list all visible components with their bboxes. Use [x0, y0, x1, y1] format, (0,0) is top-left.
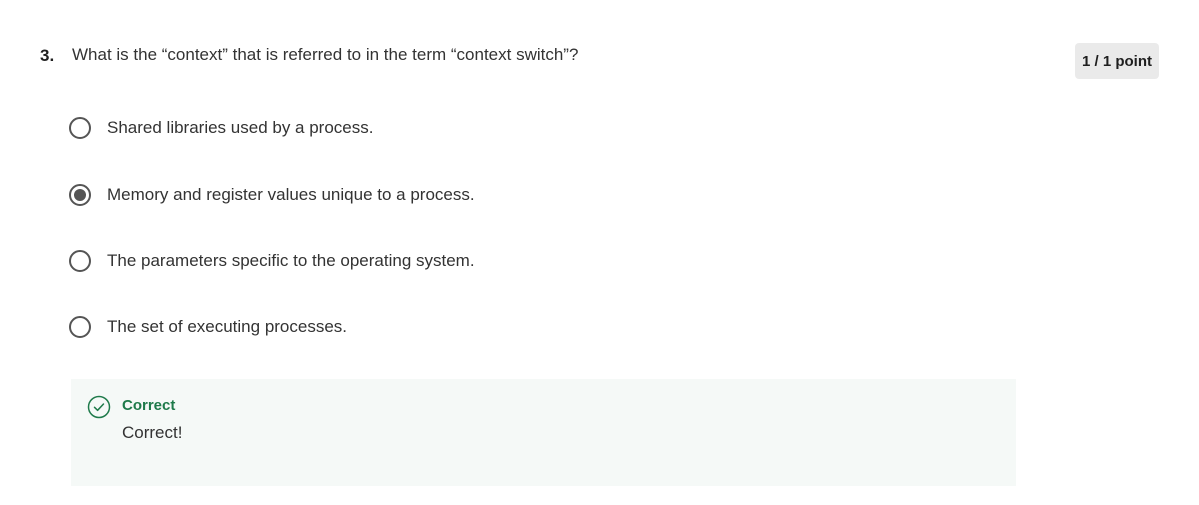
points-badge: 1 / 1 point — [1075, 43, 1159, 79]
radio-button-unselected[interactable] — [69, 316, 91, 338]
option-executing-processes[interactable]: The set of executing processes. — [69, 313, 347, 341]
option-os-parameters[interactable]: The parameters specific to the operating… — [69, 247, 475, 275]
question-text: What is the “context” that is referred t… — [72, 45, 579, 64]
option-memory-register[interactable]: Memory and register values unique to a p… — [69, 181, 475, 209]
option-label: Shared libraries used by a process. — [107, 118, 374, 137]
feedback-title: Correct — [122, 397, 176, 414]
feedback-text: Correct! — [122, 423, 183, 442]
radio-dot-icon — [74, 189, 86, 201]
radio-button-unselected[interactable] — [69, 250, 91, 272]
feedback-panel: Correct Correct! — [71, 379, 1016, 486]
option-shared-libraries[interactable]: Shared libraries used by a process. — [69, 114, 373, 142]
radio-button-selected[interactable] — [69, 184, 91, 206]
question-number: 3. — [40, 46, 55, 65]
option-label: The set of executing processes. — [107, 317, 348, 336]
option-label: The parameters specific to the operating… — [107, 251, 475, 270]
check-circle-icon — [87, 395, 111, 419]
option-label: Memory and register values unique to a p… — [107, 185, 475, 204]
radio-button-unselected[interactable] — [69, 117, 91, 139]
